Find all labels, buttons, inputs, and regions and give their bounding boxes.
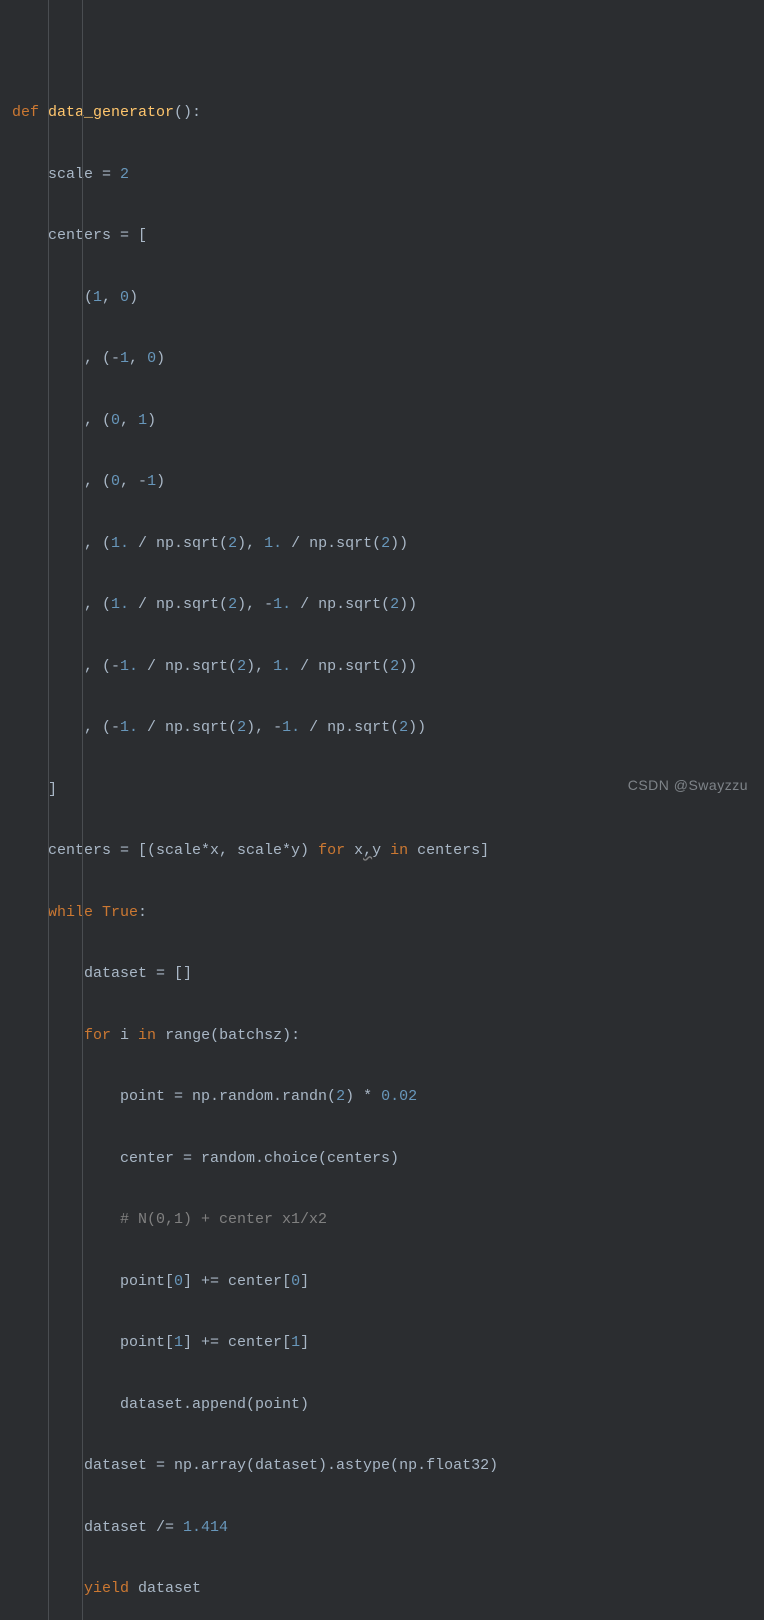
code-line: dataset = np.array(dataset).astype(np.fl… bbox=[12, 1451, 764, 1482]
code-line: , (-1. / np.sqrt(2), -1. / np.sqrt(2)) bbox=[12, 713, 764, 744]
code-line: point[1] += center[1] bbox=[12, 1328, 764, 1359]
code-line: , (0, 1) bbox=[12, 406, 764, 437]
code-line: (1, 0) bbox=[12, 283, 764, 314]
watermark-text: CSDN @Swayzzu bbox=[628, 771, 748, 800]
code-line: , (0, -1) bbox=[12, 467, 764, 498]
code-line: , (1. / np.sqrt(2), -1. / np.sqrt(2)) bbox=[12, 590, 764, 621]
code-line: center = random.choice(centers) bbox=[12, 1144, 764, 1175]
code-line: centers = [ bbox=[12, 221, 764, 252]
code-line: dataset.append(point) bbox=[12, 1390, 764, 1421]
code-line: point[0] += center[0] bbox=[12, 1267, 764, 1298]
code-line: for i in range(batchsz): bbox=[12, 1021, 764, 1052]
code-line: # N(0,1) + center x1/x2 bbox=[12, 1205, 764, 1236]
code-line: dataset = [] bbox=[12, 959, 764, 990]
code-block: def data_generator(): scale = 2 centers … bbox=[0, 0, 764, 1620]
code-line: point = np.random.randn(2) * 0.02 bbox=[12, 1082, 764, 1113]
code-line: , (1. / np.sqrt(2), 1. / np.sqrt(2)) bbox=[12, 529, 764, 560]
code-line: , (-1. / np.sqrt(2), 1. / np.sqrt(2)) bbox=[12, 652, 764, 683]
code-line: def data_generator(): bbox=[12, 98, 764, 129]
code-line: yield dataset bbox=[12, 1574, 764, 1605]
code-line: while True: bbox=[12, 898, 764, 929]
code-line: centers = [(scale*x, scale*y) for x,y in… bbox=[12, 836, 764, 867]
code-line: scale = 2 bbox=[12, 160, 764, 191]
code-line: dataset /= 1.414 bbox=[12, 1513, 764, 1544]
code-line: , (-1, 0) bbox=[12, 344, 764, 375]
